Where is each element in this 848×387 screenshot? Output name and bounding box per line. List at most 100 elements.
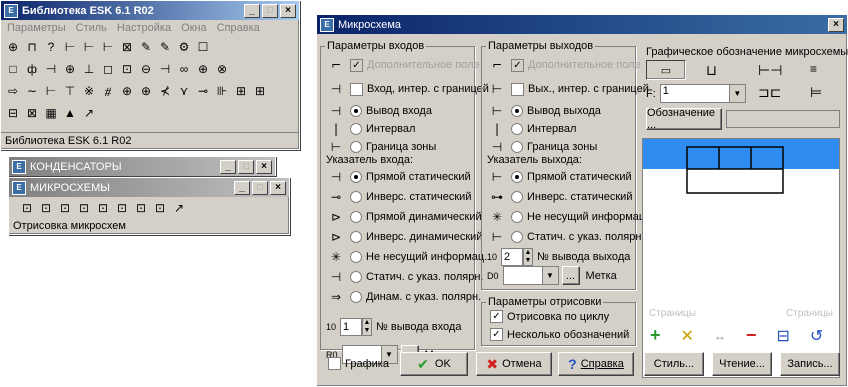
tool-icon[interactable]: ⊠ (119, 39, 135, 55)
minimize-button[interactable]: _ (244, 3, 260, 18)
in-pin-value[interactable]: 1 (340, 318, 363, 336)
library-titlebar[interactable]: E Библиотека ESK 6.1 R02 _ □ × (1, 1, 299, 20)
tool-icon[interactable]: ⊞ (252, 83, 268, 99)
swap-icon[interactable]: ↔ (714, 329, 726, 343)
tool-icon[interactable]: ⊞ (233, 83, 249, 99)
in-ptr-5[interactable] (350, 271, 362, 283)
out-radio-interval[interactable] (511, 123, 523, 135)
maximize-button[interactable]: □ (238, 159, 254, 174)
graphics-check[interactable] (328, 357, 341, 370)
tool-icon[interactable]: ⇨ (5, 83, 21, 99)
tool-icon[interactable]: ⊡ (114, 200, 130, 216)
designation-button[interactable]: Обозначение ... (646, 107, 722, 131)
tool-icon[interactable]: ⊡ (19, 200, 35, 216)
tool-icon[interactable]: ✎ (138, 39, 154, 55)
tool-icon[interactable]: ⊕ (5, 39, 21, 55)
tool-icon[interactable]: ⊕ (195, 61, 211, 77)
menu-windows[interactable]: Окна (181, 22, 207, 34)
menu-help[interactable]: Справка (217, 22, 260, 34)
tool-icon[interactable]: ▦ (43, 105, 59, 121)
ok-button[interactable]: ✔ OK (400, 352, 468, 376)
tool-icon[interactable]: ⧣ (100, 83, 116, 99)
draw-multi-check[interactable]: ✓ (490, 328, 503, 341)
dialog-titlebar[interactable]: E Микросхема × (317, 15, 847, 34)
shape-bridge-icon[interactable]: ⊐⊏ (758, 84, 781, 101)
tool-icon[interactable]: ⊡ (133, 200, 149, 216)
tool-icon[interactable]: ↗ (171, 200, 187, 216)
tool-icon[interactable]: ⊢ (43, 83, 59, 99)
close-button[interactable]: × (828, 17, 844, 32)
in-extra-check[interactable]: ✓ (350, 58, 363, 72)
tool-icon[interactable]: ※ (81, 83, 97, 99)
menu-params[interactable]: Параметры (7, 22, 66, 34)
out-pin-spinner[interactable]: 2 ▲ ▼ (501, 248, 534, 266)
in-ptr-3[interactable] (350, 231, 362, 243)
tool-icon[interactable]: ⊣ (157, 61, 173, 77)
help-button[interactable]: ? Справка (558, 352, 634, 376)
tool-icon[interactable]: ⊡ (95, 200, 111, 216)
style-button[interactable]: Стиль... (644, 352, 704, 376)
tool-icon[interactable]: ⊕ (62, 61, 78, 77)
shape-box-button[interactable]: ▭ (646, 60, 686, 80)
designation-field[interactable] (726, 110, 840, 128)
close-button[interactable]: × (256, 159, 272, 174)
out-extra-check[interactable]: ✓ (511, 58, 524, 72)
spin-arrows[interactable]: ▲ ▼ (362, 318, 373, 336)
f-combo[interactable]: 1 ▼ (659, 84, 746, 103)
in-radio-zone[interactable] (350, 141, 362, 153)
tool-icon[interactable]: ▲ (62, 105, 78, 121)
close-button[interactable]: × (270, 180, 286, 195)
tool-icon[interactable]: ◻ (100, 61, 116, 77)
in-radio-interval[interactable] (350, 123, 362, 135)
in-pin-spinner[interactable]: 1 ▲ ▼ (340, 318, 373, 336)
tool-icon[interactable]: ⊢ (100, 39, 116, 55)
tool-icon[interactable]: ✎ (157, 39, 173, 55)
collapse-icon[interactable]: ⊟ (776, 326, 789, 346)
remove-icon[interactable]: − (746, 325, 757, 346)
read-button[interactable]: Чтение... (712, 352, 772, 376)
tool-icon[interactable]: ф (24, 61, 40, 77)
tool-icon[interactable]: ⊗ (214, 61, 230, 77)
tool-icon[interactable]: ⊠ (24, 105, 40, 121)
draw-cycle-check[interactable]: ✓ (490, 310, 503, 323)
tool-icon[interactable]: ⊀ (157, 83, 173, 99)
spin-arrows[interactable]: ▲ ▼ (523, 248, 534, 266)
out-pin-value[interactable]: 2 (501, 248, 524, 266)
tool-icon[interactable]: □ (5, 61, 21, 77)
out-mark-browse[interactable]: ... (561, 266, 580, 285)
out-ptr-3[interactable] (511, 231, 523, 243)
tool-icon[interactable]: ⊡ (38, 200, 54, 216)
minimize-button[interactable]: _ (234, 180, 250, 195)
in-ptr-6[interactable] (350, 291, 362, 303)
menu-style[interactable]: Стиль (76, 22, 107, 34)
close-button[interactable]: × (280, 3, 296, 18)
tool-icon[interactable]: ∞ (176, 61, 192, 77)
tool-icon[interactable]: ⋎ (176, 83, 192, 99)
shape-u-icon[interactable]: ⊔ (706, 62, 717, 79)
tool-icon[interactable]: ∼ (24, 83, 40, 99)
in-ptr-1[interactable] (350, 191, 362, 203)
tool-icon[interactable]: ? (43, 39, 59, 55)
in-radio-pin[interactable] (350, 105, 362, 117)
tool-icon[interactable]: ⊕ (119, 83, 135, 99)
micro-titlebar[interactable]: E МИКРОСХЕМЫ _ □ × (9, 178, 289, 197)
out-radio-pin[interactable] (511, 105, 523, 117)
in-ptr-0[interactable] (350, 171, 362, 183)
tool-icon[interactable]: ⊡ (76, 200, 92, 216)
tool-icon[interactable]: ⊥ (81, 61, 97, 77)
tool-icon[interactable]: ☐ (195, 39, 211, 55)
maximize-button[interactable]: □ (262, 3, 278, 18)
out-ptr-2[interactable] (511, 211, 523, 223)
tool-icon[interactable]: ↗ (81, 105, 97, 121)
tool-icon[interactable]: ⊕ (138, 83, 154, 99)
out-ptr-0[interactable] (511, 171, 523, 183)
in-border-check[interactable] (350, 82, 363, 96)
tool-icon[interactable]: ⊢ (62, 39, 78, 55)
tool-icon[interactable]: ⊤ (62, 83, 78, 99)
shape-bar-icon[interactable]: ⊨ (810, 84, 822, 101)
tool-icon[interactable]: ⊡ (57, 200, 73, 216)
in-ptr-2[interactable] (350, 211, 362, 223)
shape-h-icon[interactable]: ⊢⊣ (758, 62, 782, 79)
tool-icon[interactable]: ⊸ (195, 83, 211, 99)
tool-icon[interactable]: ⊡ (119, 61, 135, 77)
